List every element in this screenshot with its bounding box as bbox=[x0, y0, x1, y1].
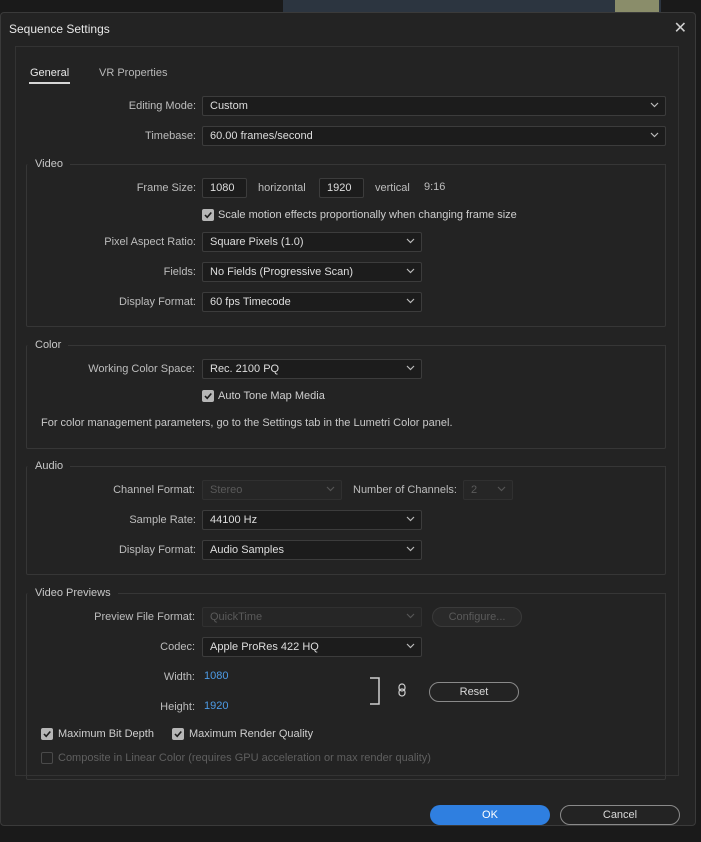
editing-mode-select[interactable]: Custom bbox=[202, 96, 666, 116]
timebase-select[interactable]: 60.00 frames/second bbox=[202, 126, 666, 146]
chevron-down-icon bbox=[325, 483, 336, 494]
preview-file-format-value: QuickTime bbox=[210, 611, 263, 623]
reset-button[interactable]: Reset bbox=[429, 682, 519, 702]
chevron-down-icon bbox=[405, 295, 416, 306]
tab-general[interactable]: General bbox=[28, 67, 71, 84]
chevron-down-icon bbox=[405, 543, 416, 554]
working-color-space-label: Working Color Space: bbox=[88, 363, 195, 375]
frame-width-input[interactable]: 1080 bbox=[202, 178, 247, 198]
number-of-channels-select: 2 bbox=[463, 480, 513, 500]
pixel-aspect-label: Pixel Aspect Ratio: bbox=[104, 236, 196, 248]
max-bit-depth-checkbox[interactable] bbox=[41, 728, 53, 740]
chevron-down-icon bbox=[649, 129, 660, 140]
fields-label: Fields: bbox=[163, 266, 196, 278]
audio-display-format-select[interactable]: Audio Samples bbox=[202, 540, 422, 560]
pixel-aspect-select[interactable]: Square Pixels (1.0) bbox=[202, 232, 422, 252]
cancel-button[interactable]: Cancel bbox=[560, 805, 680, 825]
sample-rate-label: Sample Rate: bbox=[129, 514, 196, 526]
audio-display-format-value: Audio Samples bbox=[210, 544, 284, 556]
ok-button[interactable]: OK bbox=[430, 805, 550, 825]
editing-mode-value: Custom bbox=[210, 100, 248, 112]
video-display-format-value: 60 fps Timecode bbox=[210, 296, 291, 308]
working-color-space-select[interactable]: Rec. 2100 PQ bbox=[202, 359, 422, 379]
close-icon[interactable]: ✕ bbox=[674, 18, 687, 38]
link-bracket-icon bbox=[370, 677, 380, 705]
channel-format-select: Stereo bbox=[202, 480, 342, 500]
chevron-down-icon bbox=[405, 362, 416, 373]
chevron-down-icon bbox=[405, 235, 416, 246]
audio-display-format-label: Display Format: bbox=[118, 544, 196, 556]
fields-value: No Fields (Progressive Scan) bbox=[210, 266, 354, 278]
fields-select[interactable]: No Fields (Progressive Scan) bbox=[202, 262, 422, 282]
auto-tone-map-label: Auto Tone Map Media bbox=[218, 390, 325, 402]
frame-height-input[interactable]: 1920 bbox=[319, 178, 364, 198]
chevron-down-icon bbox=[649, 99, 660, 110]
max-render-quality-label: Maximum Render Quality bbox=[189, 728, 314, 740]
video-display-format-select[interactable]: 60 fps Timecode bbox=[202, 292, 422, 312]
frame-size-label: Frame Size: bbox=[136, 182, 196, 194]
video-display-format-label: Display Format: bbox=[118, 296, 196, 308]
background-window-strip bbox=[283, 0, 661, 12]
color-info-text: For color management parameters, go to t… bbox=[41, 417, 453, 429]
horizontal-label: horizontal bbox=[258, 182, 306, 194]
pixel-aspect-value: Square Pixels (1.0) bbox=[210, 236, 304, 248]
max-bit-depth-label: Maximum Bit Depth bbox=[58, 728, 154, 740]
preview-height-label: Height: bbox=[160, 701, 195, 713]
timebase-value: 60.00 frames/second bbox=[210, 130, 313, 142]
editing-mode-label: Editing Mode: bbox=[128, 100, 196, 112]
aspect-ratio-text: 9:16 bbox=[424, 181, 446, 193]
sample-rate-value: 44100 Hz bbox=[210, 514, 258, 526]
chevron-down-icon bbox=[405, 265, 416, 276]
vertical-label: vertical bbox=[375, 182, 410, 194]
chevron-down-icon bbox=[405, 610, 416, 621]
preview-height-value[interactable]: 1920 bbox=[204, 700, 228, 712]
title-bar: Sequence Settings ✕ bbox=[1, 13, 695, 43]
codec-select[interactable]: Apple ProRes 422 HQ bbox=[202, 637, 422, 657]
codec-label: Codec: bbox=[160, 641, 195, 653]
linear-color-checkbox bbox=[41, 752, 53, 764]
chevron-down-icon bbox=[405, 640, 416, 651]
dialog-title: Sequence Settings bbox=[9, 22, 110, 36]
codec-value: Apple ProRes 422 HQ bbox=[210, 641, 319, 653]
max-render-quality-checkbox[interactable] bbox=[172, 728, 184, 740]
channel-format-label: Channel Format: bbox=[113, 484, 195, 496]
scale-motion-label: Scale motion effects proportionally when… bbox=[218, 209, 517, 221]
configure-button: Configure... bbox=[432, 607, 522, 627]
scale-motion-checkbox[interactable] bbox=[202, 209, 214, 221]
timebase-label: Timebase: bbox=[145, 130, 196, 142]
preview-width-value[interactable]: 1080 bbox=[204, 670, 228, 682]
number-of-channels-value: 2 bbox=[471, 484, 478, 496]
sample-rate-select[interactable]: 44100 Hz bbox=[202, 510, 422, 530]
preview-width-label: Width: bbox=[163, 671, 195, 683]
working-color-space-value: Rec. 2100 PQ bbox=[210, 363, 280, 375]
tab-vr-properties[interactable]: VR Properties bbox=[99, 67, 167, 79]
chain-link-icon[interactable] bbox=[397, 683, 407, 697]
chevron-down-icon bbox=[496, 483, 507, 494]
linear-color-label: Composite in Linear Color (requires GPU … bbox=[58, 752, 431, 764]
channel-format-value: Stereo bbox=[210, 484, 243, 496]
preview-file-format-select: QuickTime bbox=[202, 607, 422, 627]
preview-file-format-label: Preview File Format: bbox=[94, 611, 195, 623]
number-of-channels-label: Number of Channels: bbox=[353, 484, 457, 496]
auto-tone-map-checkbox[interactable] bbox=[202, 390, 214, 402]
chevron-down-icon bbox=[405, 513, 416, 524]
background-image bbox=[615, 0, 659, 12]
